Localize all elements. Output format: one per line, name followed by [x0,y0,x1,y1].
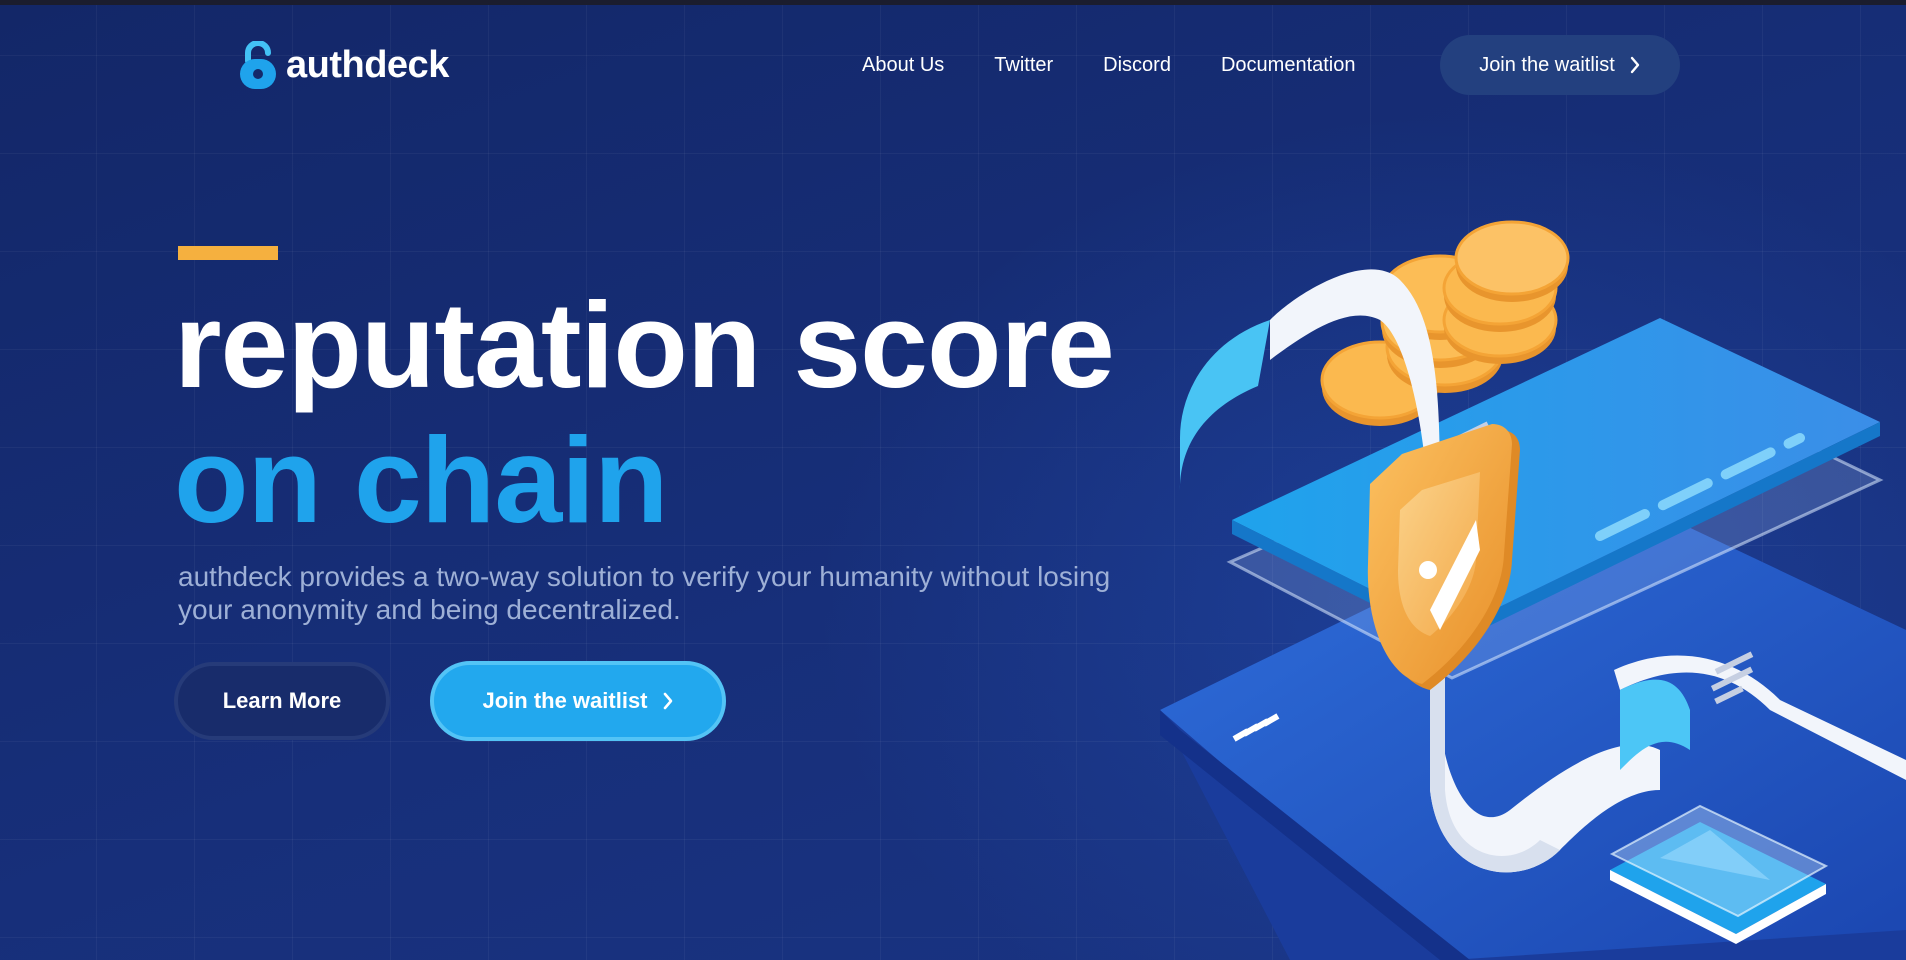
learn-more-button[interactable]: Learn More [174,662,390,740]
accent-bar [178,246,278,260]
main-nav: About Us Twitter Discord Documentation [862,50,1356,80]
hero-title-line2: on chain [174,412,669,548]
hero-title-line1: reputation score [174,277,1115,413]
header-join-waitlist-label: Join the waitlist [1479,53,1615,76]
chevron-right-icon [1630,56,1640,74]
brand-name: authdeck [286,43,449,86]
header-join-waitlist-button[interactable]: Join the waitlist [1440,35,1680,95]
nav-item-discord[interactable]: Discord [1103,50,1171,80]
brand-logo[interactable]: authdeck [238,40,449,90]
nav-item-documentation[interactable]: Documentation [1221,50,1356,80]
nav-item-about-us[interactable]: About Us [862,50,944,80]
padlock-icon [240,41,276,89]
hero-illustration [1160,220,1906,960]
chevron-right-icon [663,692,672,710]
hero-join-waitlist-label: Join the waitlist [482,688,648,713]
hero-join-waitlist-button[interactable]: Join the waitlist [430,661,726,741]
hero-description: authdeck provides a two-way solution to … [178,561,1111,625]
nav-item-twitter[interactable]: Twitter [994,50,1053,80]
